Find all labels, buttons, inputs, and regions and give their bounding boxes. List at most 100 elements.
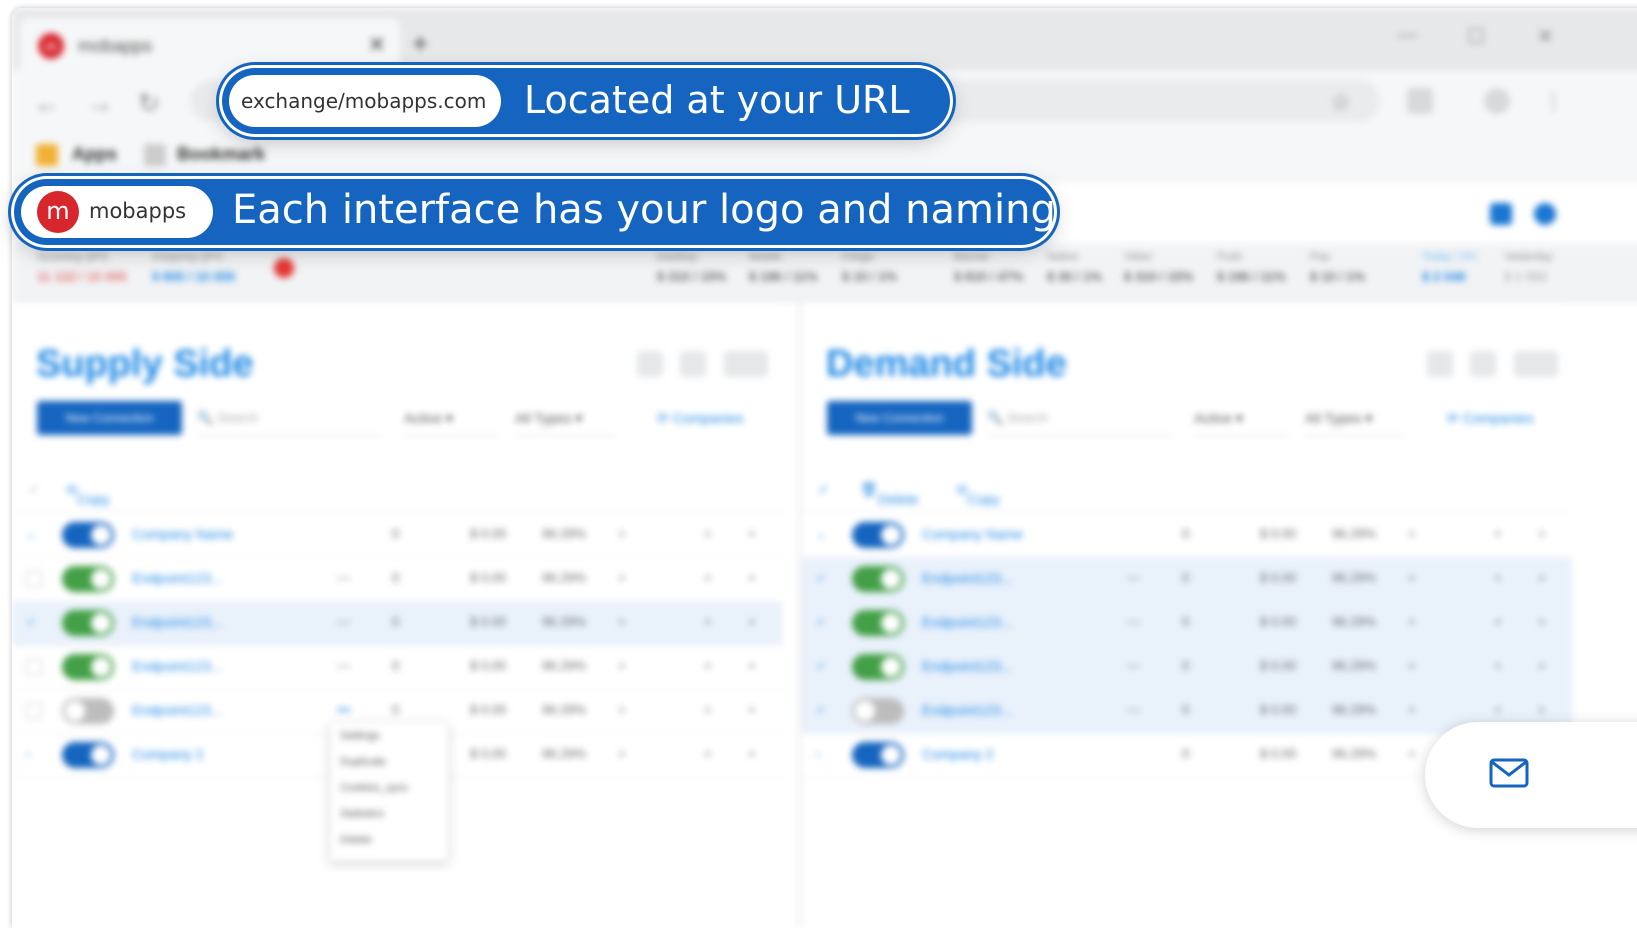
row-action-icon[interactable]: + — [704, 746, 712, 761]
minimize-icon[interactable]: — — [1397, 24, 1417, 47]
row-action-icon[interactable]: + — [1494, 614, 1502, 629]
row-action-icon[interactable]: + — [1408, 658, 1416, 673]
status-toggle[interactable] — [62, 742, 114, 768]
reload-icon[interactable]: ↻ — [138, 88, 160, 119]
row-action-icon[interactable]: + — [748, 746, 756, 761]
row-checkbox[interactable] — [26, 703, 42, 719]
status-toggle[interactable] — [852, 522, 904, 548]
row-action-icon[interactable]: + — [1408, 570, 1416, 585]
row-action-icon[interactable]: + — [1408, 614, 1416, 629]
back-icon[interactable]: ← — [34, 88, 60, 119]
fullscreen-icon[interactable] — [680, 351, 706, 377]
expand-chevron-icon[interactable]: › — [816, 747, 830, 761]
row-action-icon[interactable]: + — [618, 614, 626, 629]
row-checkbox[interactable]: ✓ — [26, 615, 40, 629]
status-toggle[interactable] — [852, 566, 904, 592]
menu-item-settings[interactable]: Settings — [330, 723, 448, 749]
browser-tab[interactable]: m mobapps ✕ — [20, 18, 400, 70]
row-name[interactable]: Company 2 — [132, 746, 204, 762]
row-checkbox[interactable]: ✓ — [816, 703, 830, 717]
maximize-icon[interactable]: ☐ — [1467, 24, 1485, 49]
row-name[interactable]: Endpoint123... — [922, 702, 1012, 718]
row-name[interactable]: Endpoint123... — [922, 614, 1012, 630]
table-row[interactable]: Endpoint123... — 0 $ 0.00 96.29% + + + — [12, 557, 782, 602]
bookmark-star-icon[interactable]: ☆ — [1330, 88, 1352, 117]
row-action-icon[interactable]: + — [704, 570, 712, 585]
status-toggle[interactable] — [62, 698, 114, 724]
row-action-icon[interactable]: + — [1538, 702, 1546, 717]
table-row[interactable]: ✓ Endpoint123... — 0 $ 0.00 96.29% + + + — [802, 557, 1572, 602]
browser-menu-icon[interactable]: ⋮ — [1542, 88, 1564, 114]
row-action-icon[interactable]: + — [1408, 702, 1416, 717]
chat-icon[interactable] — [1490, 203, 1512, 225]
row-action-icon[interactable]: + — [618, 702, 626, 717]
table-row[interactable]: ✓ Endpoint123... — 0 $ 0.00 96.29% + + + — [802, 645, 1572, 690]
fullscreen-icon[interactable] — [1470, 351, 1496, 377]
status-toggle[interactable] — [852, 698, 904, 724]
table-row[interactable]: ⌄ Company Name 0 $ 0.00 96.29% + + + — [802, 513, 1572, 558]
mail-icon[interactable] — [1489, 758, 1529, 788]
extension-icon[interactable] — [1407, 88, 1433, 114]
copy-action[interactable]: ⧉ Copy — [67, 481, 110, 507]
new-connection-button[interactable]: New Connection — [37, 401, 182, 435]
row-name[interactable]: Endpoint123... — [922, 570, 1012, 586]
close-tab-icon[interactable]: ✕ — [368, 32, 386, 58]
search-input[interactable]: 🔍 Search — [987, 401, 1172, 436]
row-name[interactable]: Endpoint123... — [132, 658, 222, 674]
table-row[interactable]: ✓ Endpoint123... — 0 $ 0.00 96.29% + + + — [12, 601, 782, 646]
status-toggle[interactable] — [852, 610, 904, 636]
menu-item-delete[interactable]: Delete — [330, 827, 448, 853]
row-action-icon[interactable]: + — [618, 746, 626, 761]
bookmark-item[interactable]: Bookmark — [177, 144, 265, 165]
row-name[interactable]: Company Name — [132, 526, 233, 542]
row-action-icon[interactable]: + — [748, 658, 756, 673]
new-tab-icon[interactable]: + — [412, 28, 428, 60]
copy-action[interactable]: ⧉ Copy — [957, 481, 1000, 507]
type-select[interactable]: All Types ▾ — [515, 401, 615, 436]
menu-item-statistics[interactable]: Statistics — [330, 801, 448, 827]
menu-item-cookies-sync[interactable]: Cookies_sync — [330, 775, 448, 801]
row-action-icon[interactable]: + — [704, 658, 712, 673]
row-checkbox[interactable]: ✓ — [816, 571, 830, 585]
companies-link[interactable]: ⟳ Companies — [657, 401, 743, 435]
row-action-icon[interactable]: + — [1538, 570, 1546, 585]
row-checkbox[interactable]: ✓ — [816, 659, 830, 673]
columns-icon[interactable] — [724, 351, 768, 377]
row-name[interactable]: Endpoint123... — [922, 658, 1012, 674]
expand-chevron-icon[interactable]: ⌄ — [26, 527, 40, 541]
row-action-icon[interactable]: + — [1538, 614, 1546, 629]
status-select[interactable]: Active ▾ — [1194, 401, 1289, 436]
row-checkbox[interactable]: ✓ — [816, 615, 830, 629]
row-action-icon[interactable]: + — [704, 526, 712, 541]
row-name[interactable]: Company 2 — [922, 746, 994, 762]
status-toggle[interactable] — [62, 566, 114, 592]
menu-item-duplicate[interactable]: Duplicate — [330, 749, 448, 775]
row-action-icon[interactable]: + — [1494, 702, 1502, 717]
select-all-checkbox[interactable]: ✓ — [28, 481, 40, 498]
status-toggle[interactable] — [852, 742, 904, 768]
row-action-icon[interactable]: + — [618, 570, 626, 585]
status-toggle[interactable] — [62, 654, 114, 680]
table-row[interactable]: ⌄ Company Name 0 $ 0.00 96.29% + + + — [12, 513, 782, 558]
row-checkbox[interactable] — [26, 571, 42, 587]
table-row[interactable]: ✓ Endpoint123... — 0 $ 0.00 96.29% + + + — [802, 601, 1572, 646]
status-toggle[interactable] — [62, 610, 114, 636]
select-all-checkbox[interactable]: ✓ — [818, 481, 830, 498]
search-input[interactable]: 🔍 Search — [197, 401, 382, 436]
table-row[interactable]: Endpoint123... — 0 $ 0.00 96.29% + + + — [12, 645, 782, 690]
settings-gear-icon[interactable] — [1534, 203, 1556, 225]
status-toggle[interactable] — [62, 522, 114, 548]
profile-avatar[interactable] — [1484, 88, 1510, 114]
forward-icon[interactable]: → — [87, 88, 113, 119]
new-connection-button[interactable]: New Connection — [827, 401, 972, 435]
row-action-icon[interactable]: + — [704, 614, 712, 629]
row-name[interactable]: Endpoint123... — [132, 702, 222, 718]
row-action-icon[interactable]: + — [1494, 658, 1502, 673]
row-action-icon[interactable]: + — [1408, 526, 1416, 541]
delete-action[interactable]: 🗑 Delete — [860, 481, 918, 507]
type-select[interactable]: All Types ▾ — [1305, 401, 1405, 436]
row-action-icon[interactable]: + — [1538, 658, 1546, 673]
row-action-icon[interactable]: + — [618, 526, 626, 541]
row-action-icon[interactable]: + — [748, 614, 756, 629]
row-action-icon[interactable]: + — [618, 658, 626, 673]
